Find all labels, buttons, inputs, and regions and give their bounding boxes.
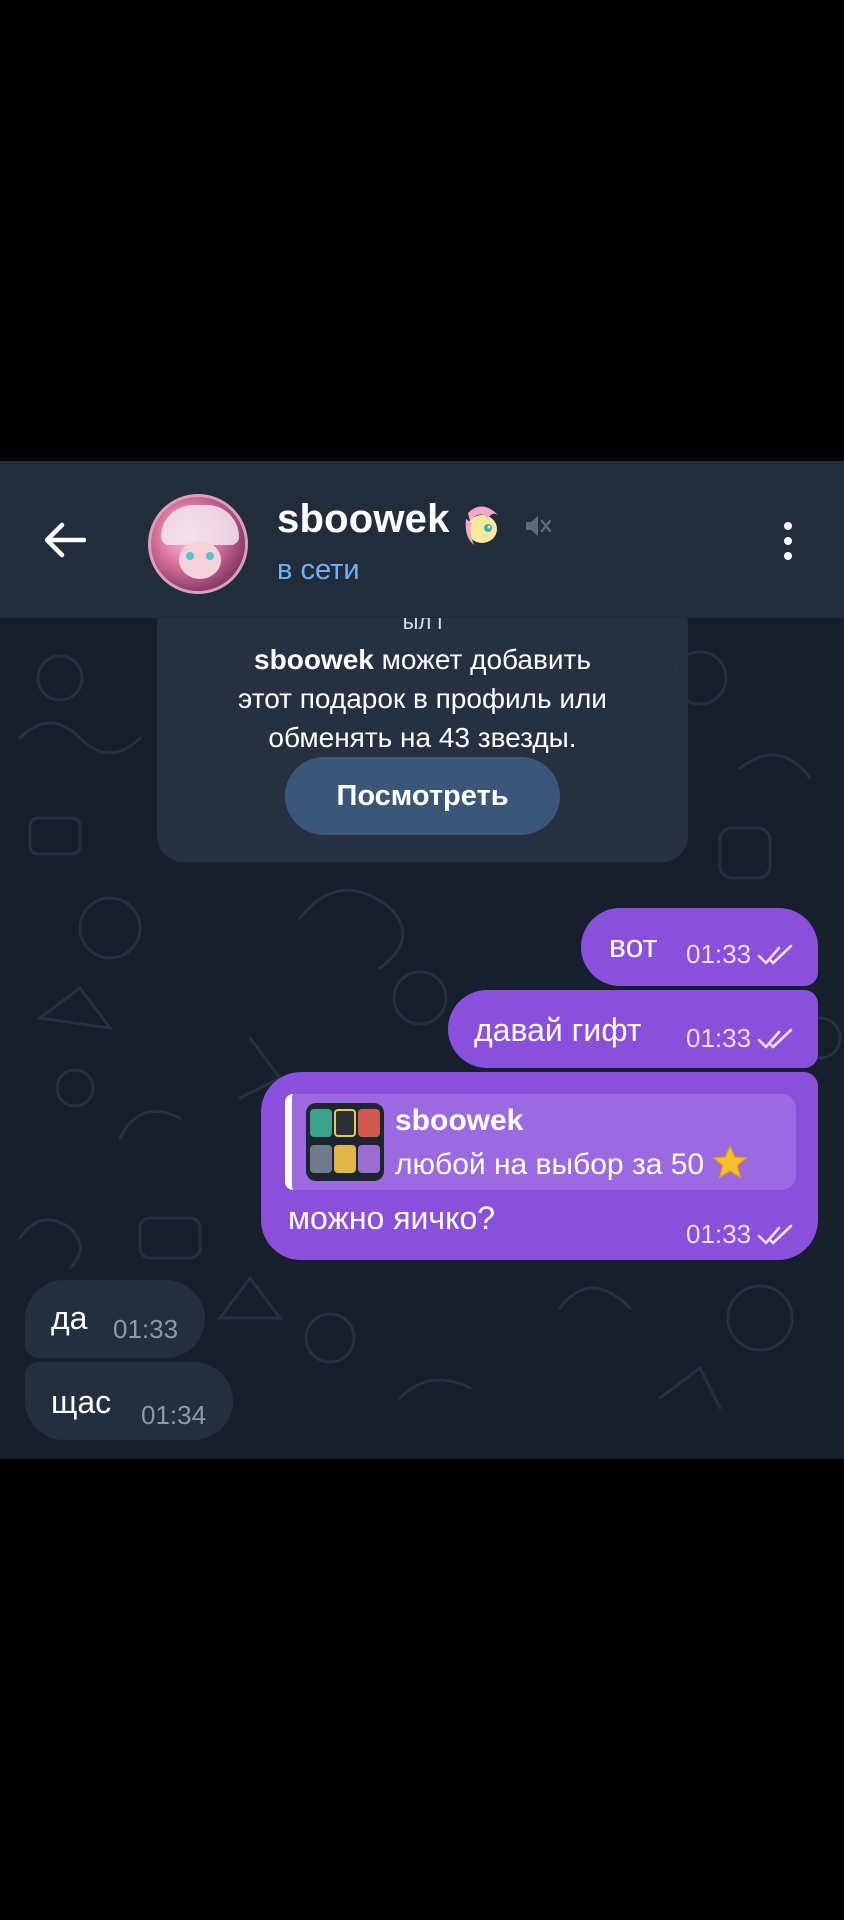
message-list[interactable]: ыл і sboowek может добавить этот подарок… (0, 618, 844, 1459)
avatar[interactable] (148, 494, 248, 594)
reply-text: любой на выбор за 50 (395, 1145, 748, 1182)
chat-header: sboowek в сети (0, 461, 844, 618)
message-text: давай гифт (474, 1012, 642, 1048)
chat-screen: sboowek в сети ыл і sboowek может добави… (0, 461, 844, 1459)
gift-service-message: ыл і sboowek может добавить этот подарок… (157, 618, 688, 862)
message-text: щас (51, 1384, 112, 1420)
message-time: 01:33 (686, 1219, 752, 1249)
online-status: в сети (277, 554, 360, 586)
gift-card-cut-text: ыл і (402, 618, 443, 632)
double-check-icon (757, 1224, 793, 1244)
message-time: 01:33 (686, 1023, 752, 1053)
outgoing-message[interactable]: вот 01:33 (581, 908, 818, 986)
message-text: можно яичко? (288, 1200, 496, 1236)
view-gift-button[interactable]: Посмотреть (285, 757, 560, 835)
message-text: да (51, 1300, 88, 1336)
double-check-icon (757, 1028, 793, 1048)
gift-owner-name: sboowek (254, 644, 374, 675)
message-time: 01:33 (113, 1314, 179, 1344)
arrow-left-icon (44, 522, 86, 558)
reply-thumbnail (306, 1103, 384, 1181)
incoming-message[interactable]: щас 01:34 (25, 1362, 233, 1440)
message-time: 01:33 (686, 939, 752, 969)
muted-speaker-icon (526, 516, 552, 536)
reply-author: sboowek (395, 1104, 524, 1137)
outgoing-message[interactable]: давай гифт 01:33 (448, 990, 818, 1068)
star-icon (713, 1145, 748, 1179)
outgoing-message[interactable]: sboowek любой на выбор за 50 можно яичко… (261, 1072, 818, 1260)
incoming-message[interactable]: да 01:33 (25, 1280, 205, 1358)
gift-description: sboowek может добавить этот подарок в пр… (238, 644, 607, 753)
message-text: вот (609, 928, 658, 964)
message-time: 01:34 (141, 1400, 207, 1430)
reply-quote[interactable]: sboowek любой на выбор за 50 (285, 1094, 796, 1190)
message-meta: 01:33 (686, 1219, 795, 1250)
more-options-button[interactable] (770, 509, 806, 573)
back-button[interactable] (30, 506, 98, 574)
message-meta: 01:33 (686, 1023, 795, 1054)
pony-emoji-icon (465, 506, 498, 545)
message-meta: 01:33 (686, 939, 795, 970)
contact-name[interactable]: sboowek (277, 497, 450, 542)
double-check-icon (757, 944, 793, 964)
kebab-menu-icon (784, 522, 792, 530)
